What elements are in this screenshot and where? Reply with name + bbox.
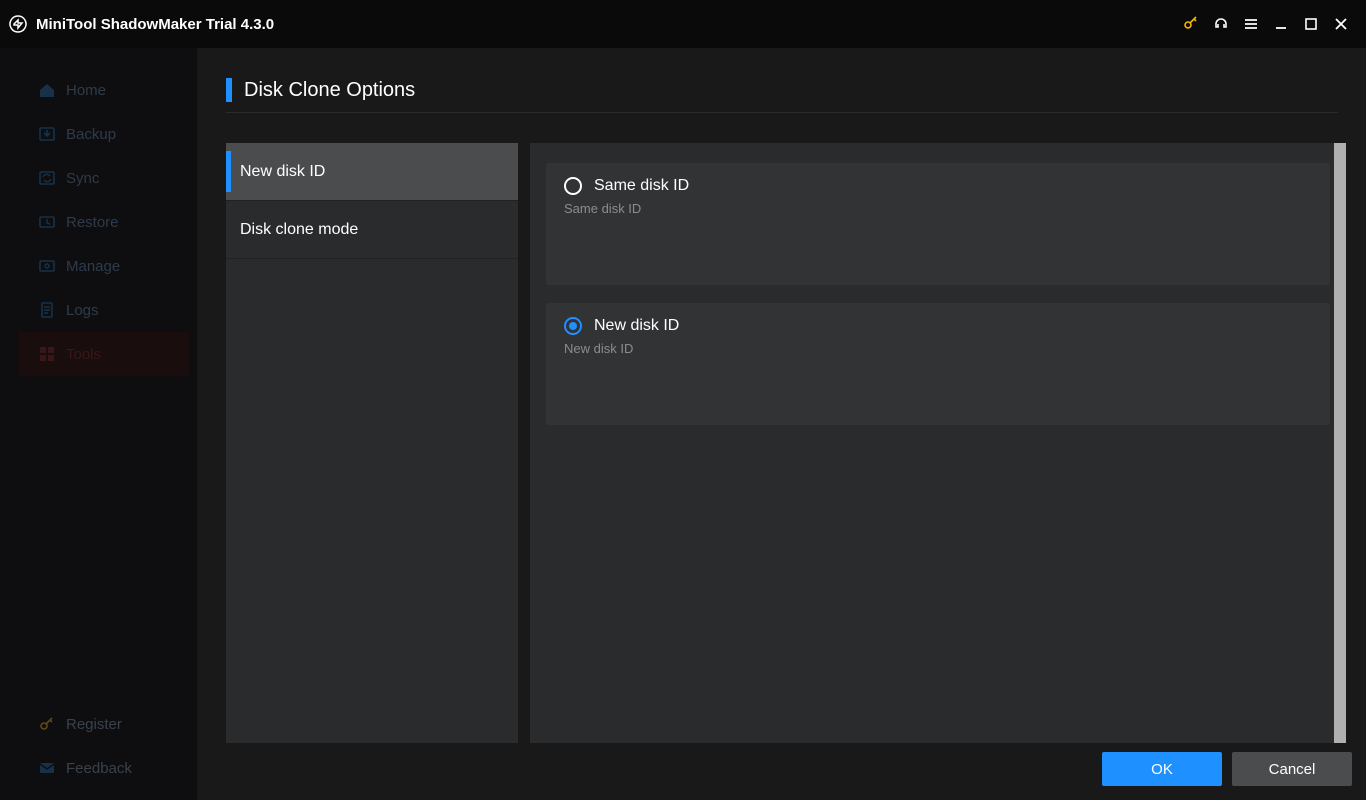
mail-icon bbox=[38, 759, 56, 777]
sidebar-item-label: Logs bbox=[66, 302, 99, 319]
page-header: Disk Clone Options bbox=[226, 78, 1338, 113]
radio-icon bbox=[564, 317, 582, 335]
sidebar-item-logs[interactable]: Logs bbox=[0, 288, 197, 332]
sidebar-item-label: Manage bbox=[66, 258, 120, 275]
sidebar-item-label: Feedback bbox=[66, 760, 132, 777]
accent-bar bbox=[226, 78, 232, 102]
manage-icon bbox=[38, 257, 56, 275]
sidebar-item-feedback[interactable]: Feedback bbox=[0, 746, 197, 790]
dialog-footer: OK Cancel bbox=[1102, 752, 1352, 786]
sidebar-item-label: Home bbox=[66, 82, 106, 99]
sidebar-item-label: Tools bbox=[66, 346, 101, 363]
option-detail-panel: Same disk ID Same disk ID New disk ID Ne… bbox=[530, 143, 1346, 743]
ok-button[interactable]: OK bbox=[1102, 752, 1222, 786]
button-label: Cancel bbox=[1269, 761, 1316, 778]
radio-description: Same disk ID bbox=[564, 201, 1312, 216]
logs-icon bbox=[38, 301, 56, 319]
radio-icon bbox=[564, 177, 582, 195]
radio-card-new-disk-id[interactable]: New disk ID New disk ID bbox=[546, 303, 1330, 425]
sidebar-item-restore[interactable]: Restore bbox=[0, 200, 197, 244]
register-key-icon[interactable] bbox=[1176, 9, 1206, 39]
sidebar-item-tools[interactable]: Tools bbox=[18, 332, 189, 376]
sidebar-item-sync[interactable]: Sync bbox=[0, 156, 197, 200]
option-label: Disk clone mode bbox=[240, 221, 358, 239]
sidebar-item-label: Restore bbox=[66, 214, 119, 231]
button-label: OK bbox=[1151, 761, 1173, 778]
sidebar-item-label: Sync bbox=[66, 170, 99, 187]
sidebar-item-label: Backup bbox=[66, 126, 116, 143]
cancel-button[interactable]: Cancel bbox=[1232, 752, 1352, 786]
option-new-disk-id[interactable]: New disk ID bbox=[226, 143, 518, 201]
app-title: MiniTool ShadowMaker Trial 4.3.0 bbox=[36, 16, 274, 33]
menu-icon[interactable] bbox=[1236, 9, 1266, 39]
home-icon bbox=[38, 81, 56, 99]
app-logo-icon bbox=[8, 14, 28, 34]
sync-icon bbox=[38, 169, 56, 187]
titlebar: MiniTool ShadowMaker Trial 4.3.0 bbox=[0, 0, 1366, 48]
minimize-icon[interactable] bbox=[1266, 9, 1296, 39]
sidebar: Home Backup Sync Restore Manage Logs bbox=[0, 48, 198, 800]
option-label: New disk ID bbox=[240, 163, 325, 181]
backup-icon bbox=[38, 125, 56, 143]
restore-icon bbox=[38, 213, 56, 231]
tools-icon bbox=[38, 345, 56, 363]
support-icon[interactable] bbox=[1206, 9, 1236, 39]
main-content: Disk Clone Options New disk ID Disk clon… bbox=[198, 48, 1366, 800]
radio-label: Same disk ID bbox=[594, 177, 689, 195]
key-icon bbox=[38, 715, 56, 733]
radio-description: New disk ID bbox=[564, 341, 1312, 356]
radio-card-same-disk-id[interactable]: Same disk ID Same disk ID bbox=[546, 163, 1330, 285]
scrollbar[interactable] bbox=[1334, 143, 1346, 743]
sidebar-item-manage[interactable]: Manage bbox=[0, 244, 197, 288]
sidebar-item-label: Register bbox=[66, 716, 122, 733]
option-disk-clone-mode[interactable]: Disk clone mode bbox=[226, 201, 518, 259]
sidebar-item-home[interactable]: Home bbox=[0, 68, 197, 112]
sidebar-item-register[interactable]: Register bbox=[0, 702, 197, 746]
maximize-icon[interactable] bbox=[1296, 9, 1326, 39]
page-title: Disk Clone Options bbox=[244, 79, 415, 102]
sidebar-item-backup[interactable]: Backup bbox=[0, 112, 197, 156]
close-icon[interactable] bbox=[1326, 9, 1356, 39]
radio-label: New disk ID bbox=[594, 317, 679, 335]
options-list: New disk ID Disk clone mode bbox=[226, 143, 518, 743]
